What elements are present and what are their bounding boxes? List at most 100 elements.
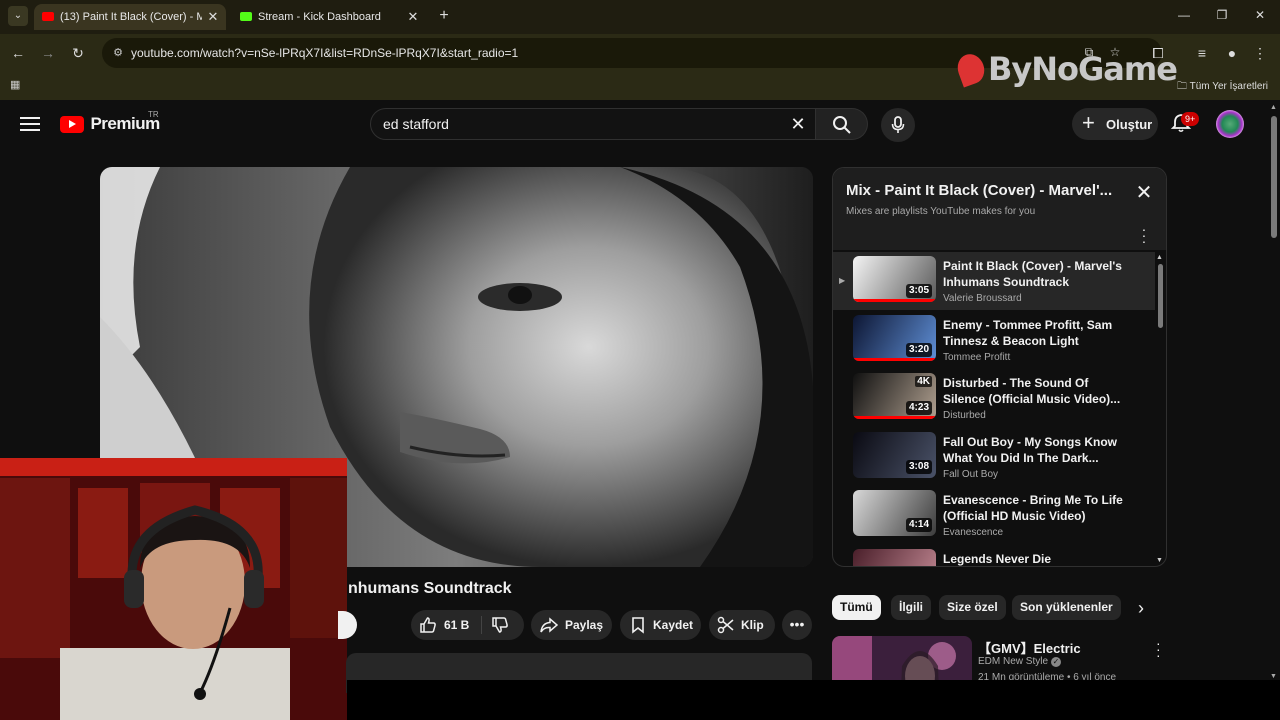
bynogame-watermark: ByNoGame <box>953 50 1178 90</box>
user-avatar[interactable] <box>1216 110 1244 138</box>
search-value[interactable]: ed stafford <box>383 116 449 132</box>
maximize-icon[interactable]: ❐ <box>1210 8 1234 22</box>
page-scroll-thumb[interactable] <box>1271 116 1277 238</box>
mix-title[interactable]: Mix - Paint It Black (Cover) - Marvel'..… <box>846 182 1126 199</box>
folder-icon: 🗀 <box>1177 81 1188 92</box>
scroll-up-arrow-icon[interactable]: ▲ <box>1156 254 1163 261</box>
page-scroll-down-icon[interactable]: ▼ <box>1270 673 1277 680</box>
mix-item-title[interactable]: Disturbed - The Sound Of Silence (Offici… <box>943 375 1123 407</box>
address-url[interactable]: youtube.com/watch?v=nSe-lPRqX7I&list=RDn… <box>131 46 518 60</box>
mix-item[interactable]: ▶ 3:05 Paint It Black (Cover) - Marvel's I… <box>833 252 1155 310</box>
apps-grid-icon[interactable]: ▦ <box>10 78 24 92</box>
page-scroll-up-icon[interactable]: ▲ <box>1270 104 1277 111</box>
media-controls-icon[interactable]: ≡ <box>1192 43 1212 63</box>
mix-item-thumbnail[interactable]: 3:05 <box>853 256 936 302</box>
chip-all[interactable]: Tümü <box>832 595 881 620</box>
chips-next-chevron-icon[interactable]: › <box>1138 598 1144 618</box>
mix-scrollbar[interactable]: ▲ ▼ <box>1155 254 1165 566</box>
back-arrow-icon[interactable]: ← <box>8 43 28 63</box>
share-button[interactable]: Paylaş <box>531 610 612 640</box>
mix-item-thumbnail[interactable] <box>853 548 936 566</box>
tab-close-icon[interactable]: ✕ <box>406 4 420 30</box>
share-arrow-icon <box>540 617 558 633</box>
close-mix-icon[interactable]: ✕ <box>1135 183 1153 203</box>
watched-progress-bar <box>853 299 936 302</box>
webcam-image <box>0 458 347 720</box>
mix-item-info: Legends Never Die <box>943 551 1123 567</box>
new-tab-button[interactable]: + <box>434 6 454 26</box>
screen-bottom-bar <box>347 680 1280 720</box>
chip-for-you[interactable]: Size özel <box>939 595 1006 620</box>
tab-title: (13) Paint It Black (Cover) - Marvel's I… <box>60 11 202 23</box>
voice-search-button[interactable] <box>881 108 915 142</box>
microphone-icon <box>891 116 905 133</box>
tab-search-button[interactable]: ⌄ <box>8 6 28 26</box>
mix-item-title[interactable]: Fall Out Boy - My Songs Know What You Di… <box>943 434 1123 466</box>
mix-item[interactable]: 3:20 Enemy - Tommee Profitt, Sam Tinnesz … <box>833 311 1155 369</box>
mix-item-thumbnail[interactable]: 4K 4:23 <box>853 373 936 419</box>
clear-search-icon[interactable]: ✕ <box>787 113 809 135</box>
chip-recent[interactable]: Son yüklenenler <box>1012 595 1121 620</box>
search-button[interactable] <box>816 108 868 140</box>
window-close-icon[interactable]: ✕ <box>1248 8 1272 22</box>
recommended-channel[interactable]: EDM New Style ✓ <box>978 656 1062 667</box>
mix-item-thumbnail[interactable]: 3:20 <box>853 314 936 361</box>
scroll-down-arrow-icon[interactable]: ▼ <box>1156 557 1163 564</box>
all-bookmarks-folder[interactable]: 🗀 Tüm Yer İşaretleri <box>1177 79 1268 96</box>
mix-item-channel: Fall Out Boy <box>943 468 999 480</box>
search-input[interactable]: ed stafford ✕ <box>370 108 816 140</box>
like-dislike-group: 61 B <box>411 610 524 640</box>
mix-item[interactable]: 4:14 Evanescence - Bring Me To Life (Offi… <box>833 486 1155 544</box>
save-button[interactable]: Kaydet <box>620 610 701 640</box>
mix-menu-icon[interactable]: · · · <box>1141 222 1147 248</box>
tab-title: Stream - Kick Dashboard <box>258 11 381 23</box>
subscribe-button-partial[interactable] <box>338 611 357 639</box>
share-label: Paylaş <box>565 618 604 632</box>
tab-kick[interactable]: Stream - Kick Dashboard ✕ <box>232 4 426 30</box>
tab-youtube[interactable]: (13) Paint It Black (Cover) - Marvel's I… <box>34 4 226 30</box>
plus-icon: + <box>1082 110 1095 135</box>
search-icon <box>833 116 851 134</box>
mix-item-channel: Disturbed <box>943 410 986 421</box>
create-button[interactable]: + Oluştur <box>1072 108 1158 140</box>
verified-check-icon: ✓ <box>1051 657 1062 667</box>
clip-button[interactable]: Klip <box>709 610 775 640</box>
reload-icon[interactable]: ↻ <box>68 43 88 63</box>
country-code: TR <box>148 110 159 119</box>
youtube-header: Premium TR ed stafford ✕ + Oluştur 9+ <box>0 100 1280 148</box>
thumbs-down-icon[interactable] <box>491 616 509 634</box>
chip-related[interactable]: İlgili <box>891 595 931 620</box>
recommended-title[interactable]: 【GMV】Electric <box>978 638 1081 657</box>
mix-item-info: Enemy - Tommee Profitt, Sam Tinnesz & Be… <box>943 317 1123 363</box>
kick-favicon-icon <box>240 12 252 21</box>
more-actions-button[interactable]: ••• <box>782 610 812 640</box>
recommended-menu-icon[interactable]: · · · <box>1156 636 1161 662</box>
all-bookmarks-label: Tüm Yer İşaretleri <box>1189 81 1268 92</box>
duration-badge: 4:14 <box>905 518 932 532</box>
mix-item-thumbnail[interactable]: 4:14 <box>853 490 936 536</box>
mix-scroll-thumb[interactable] <box>1158 264 1163 328</box>
notification-count-badge: 9+ <box>1181 112 1200 126</box>
mix-item-title[interactable]: Evanescence - Bring Me To Life (Official… <box>943 492 1123 524</box>
browser-menu-icon[interactable]: ⋮ <box>1250 43 1270 63</box>
mix-item[interactable]: 3:08 Fall Out Boy - My Songs Know What Yo… <box>833 428 1155 486</box>
forward-arrow-icon[interactable]: → <box>38 43 58 63</box>
profile-icon[interactable]: ● <box>1222 43 1242 63</box>
menu-hamburger-icon[interactable] <box>20 114 40 132</box>
clip-label: Klip <box>741 618 764 632</box>
video-title: nhumans Soundtrack <box>348 580 512 597</box>
site-info-icon[interactable]: ⚙ <box>110 45 126 61</box>
mix-item-thumbnail[interactable]: 3:08 <box>853 431 936 478</box>
youtube-premium-logo[interactable]: Premium TR <box>60 110 160 134</box>
mix-item-title[interactable]: Paint It Black (Cover) - Marvel's Inhuma… <box>943 258 1123 290</box>
mix-item[interactable]: 4K 4:23 Disturbed - The Sound Of Silence (… <box>833 369 1155 427</box>
quality-badge: 4K <box>915 376 932 387</box>
page-scrollbar[interactable]: ▲ ▼ <box>1268 104 1280 680</box>
tab-close-icon[interactable]: ✕ <box>206 4 220 30</box>
mix-item-title[interactable]: Legends Never Die <box>943 551 1123 567</box>
mix-item[interactable]: Legends Never Die <box>833 545 1155 567</box>
mix-item-title[interactable]: Enemy - Tommee Profitt, Sam Tinnesz & Be… <box>943 317 1123 349</box>
minimize-icon[interactable]: — <box>1172 8 1196 22</box>
like-divider <box>481 616 482 634</box>
create-label: Oluştur <box>1106 117 1153 132</box>
